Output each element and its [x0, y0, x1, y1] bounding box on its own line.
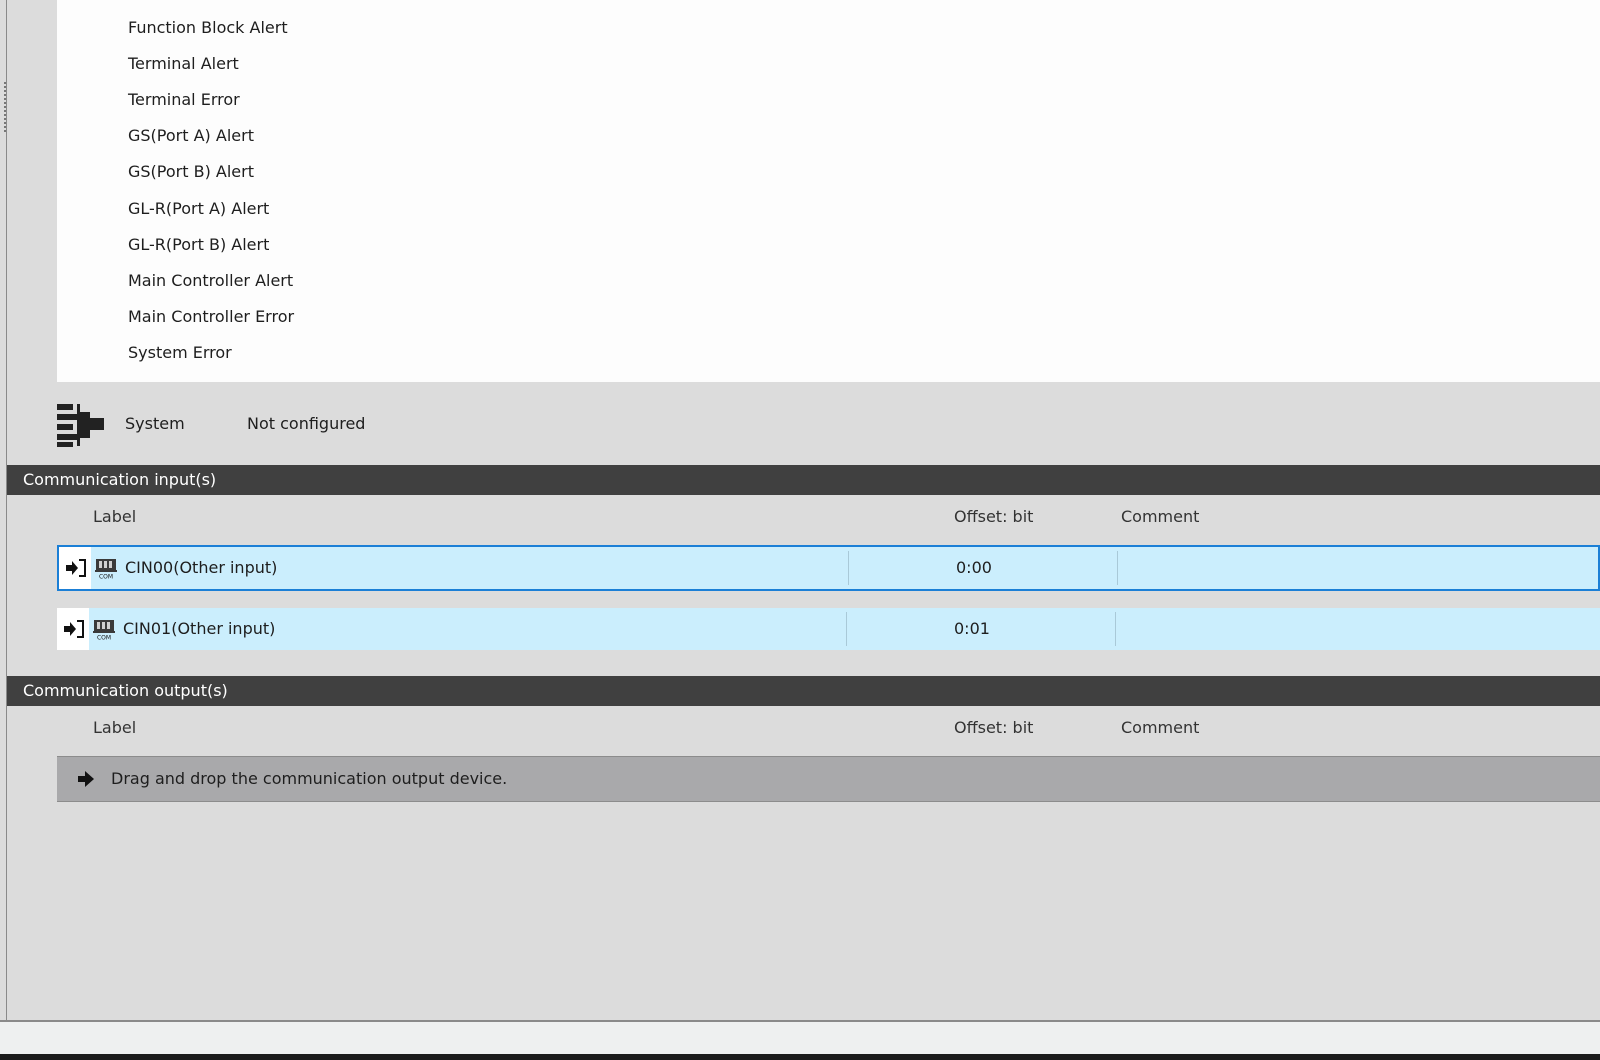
system-block-icon — [57, 404, 104, 447]
row-lead — [57, 608, 89, 650]
alert-item[interactable]: GL-R(Port B) Alert — [128, 227, 269, 263]
alert-item[interactable]: Main Controller Alert — [128, 263, 293, 299]
splitter-grip[interactable] — [0, 82, 6, 132]
column-divider — [846, 612, 847, 646]
alert-item[interactable]: Terminal Error — [128, 82, 240, 118]
column-divider — [1117, 551, 1118, 585]
column-header-label: Label — [93, 718, 137, 737]
left-window-border — [6, 0, 7, 1021]
arrow-right-icon — [78, 771, 94, 787]
comm-device-icon: COM — [93, 620, 115, 641]
column-divider — [1115, 612, 1116, 646]
alert-item[interactable]: Main Controller Error — [128, 299, 294, 335]
column-header-offset: Offset: bit — [954, 507, 1034, 526]
output-drop-zone[interactable]: Drag and drop the communication output d… — [57, 756, 1600, 802]
alert-item[interactable]: Terminal Alert — [128, 46, 239, 82]
row-offset: 0:00 — [956, 558, 992, 577]
alert-item[interactable]: Function Block Alert — [128, 10, 288, 46]
bottom-edge — [0, 1054, 1600, 1060]
input-arrow-icon — [64, 620, 84, 638]
row-lead — [59, 547, 91, 589]
column-header-label: Label — [93, 507, 137, 526]
column-header-offset: Offset: bit — [954, 718, 1034, 737]
row-offset: 0:01 — [954, 619, 990, 638]
input-arrow-icon — [66, 559, 86, 577]
drop-hint: Drag and drop the communication output d… — [111, 769, 508, 788]
system-row[interactable]: System Not configured — [0, 382, 1600, 464]
status-strip — [0, 1022, 1600, 1054]
svg-text:COM: COM — [97, 635, 111, 641]
comm-device-icon: COM — [95, 559, 117, 580]
system-label: System — [125, 414, 185, 433]
alert-item[interactable]: System Error — [128, 335, 232, 371]
alert-item[interactable]: GS(Port B) Alert — [128, 154, 254, 190]
alert-item[interactable]: GS(Port A) Alert — [128, 118, 254, 154]
row-label: CIN01(Other input) — [123, 619, 276, 638]
comm-inputs-header: Communication input(s) — [7, 465, 1600, 495]
svg-text:COM: COM — [99, 574, 113, 580]
system-status: Not configured — [247, 414, 366, 433]
alert-item[interactable]: GL-R(Port A) Alert — [128, 191, 269, 227]
alert-list: Function Block Alert Terminal Alert Term… — [57, 0, 1600, 382]
column-header-comment: Comment — [1121, 718, 1200, 737]
row-label: CIN00(Other input) — [125, 558, 278, 577]
comm-outputs-header: Communication output(s) — [7, 676, 1600, 706]
comm-input-row[interactable]: COM CIN00(Other input) 0:00 — [57, 545, 1600, 591]
comm-input-row[interactable]: COM CIN01(Other input) 0:01 — [57, 608, 1600, 650]
column-divider — [848, 551, 849, 585]
column-header-comment: Comment — [1121, 507, 1200, 526]
